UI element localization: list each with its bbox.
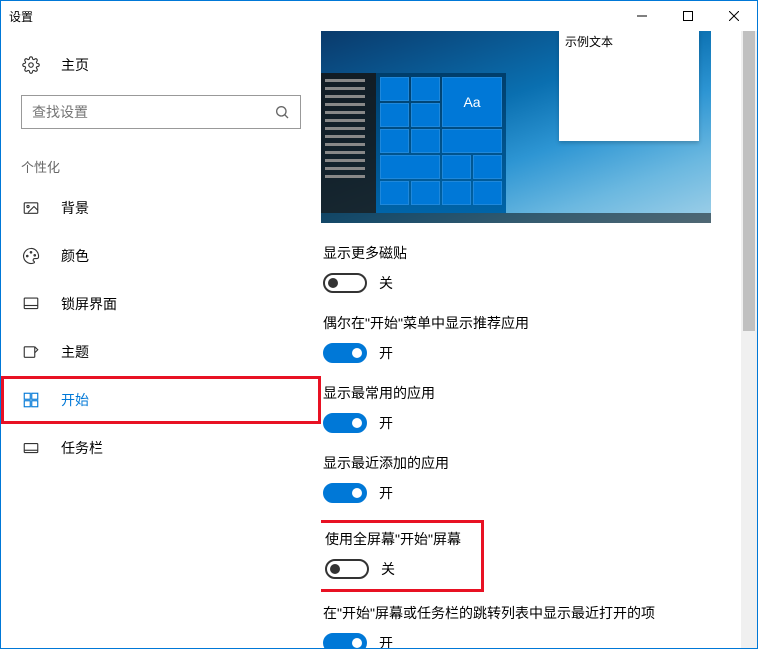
preview-startlist (321, 73, 376, 213)
setting-label: 使用全屏幕"开始"屏幕 (325, 529, 473, 549)
titlebar: 设置 (1, 1, 757, 31)
preview-tiles: Aa (376, 73, 506, 213)
sidebar-item-label: 背景 (61, 198, 89, 218)
home-link[interactable]: 主页 (1, 45, 321, 85)
search-icon (274, 104, 290, 120)
main-panel: 示例文本 Aa 显示更多磁贴 关 (321, 31, 757, 648)
preview-taskbar (321, 213, 711, 223)
sidebar-item-lockscreen[interactable]: 锁屏界面 (1, 280, 321, 328)
sidebar-item-background[interactable]: 背景 (1, 184, 321, 232)
setting-label: 显示更多磁贴 (323, 243, 739, 263)
window-controls (619, 1, 757, 31)
setting-label: 偶尔在"开始"菜单中显示推荐应用 (323, 313, 739, 333)
toggle-text: 开 (379, 483, 393, 503)
setting-more-tiles: 显示更多磁贴 关 (321, 243, 739, 293)
setting-fullscreen-start: 使用全屏幕"开始"屏幕 关 (321, 523, 481, 589)
minimize-button[interactable] (619, 1, 665, 31)
gear-icon (21, 56, 41, 74)
sidebar-item-start[interactable]: 开始 (1, 376, 321, 424)
setting-jumplist: 在"开始"屏幕或任务栏的跳转列表中显示最近打开的项 开 (321, 603, 739, 648)
maximize-button[interactable] (665, 1, 711, 31)
preview-tooltip: 示例文本 (559, 31, 699, 141)
start-preview: 示例文本 Aa (321, 31, 711, 223)
sidebar-item-label: 颜色 (61, 246, 89, 266)
window-title: 设置 (9, 8, 619, 25)
toggle-text: 开 (379, 633, 393, 648)
search-field[interactable] (32, 104, 274, 120)
setting-label: 显示最常用的应用 (323, 383, 739, 403)
start-icon (21, 391, 41, 409)
toggle-jumplist[interactable] (323, 633, 367, 648)
toggle-text: 开 (379, 413, 393, 433)
search-input[interactable] (21, 95, 301, 129)
lockscreen-icon (21, 295, 41, 313)
sidebar-item-taskbar[interactable]: 任务栏 (1, 424, 321, 472)
sidebar-item-themes[interactable]: 主题 (1, 328, 321, 376)
home-label: 主页 (61, 55, 89, 75)
toggle-text: 关 (379, 273, 393, 293)
palette-icon (21, 247, 41, 265)
setting-label: 在"开始"屏幕或任务栏的跳转列表中显示最近打开的项 (323, 603, 739, 623)
sidebar-item-label: 开始 (61, 390, 89, 410)
toggle-suggestions[interactable] (323, 343, 367, 363)
toggle-fullscreen-start[interactable] (325, 559, 369, 579)
toggle-text: 开 (379, 343, 393, 363)
sidebar: 主页 个性化 背景 颜色 锁屏界面 主题 开始 (1, 31, 321, 648)
toggle-most-used[interactable] (323, 413, 367, 433)
setting-suggestions: 偶尔在"开始"菜单中显示推荐应用 开 (321, 313, 739, 363)
section-title: 个性化 (1, 139, 321, 184)
theme-icon (21, 343, 41, 361)
sidebar-item-label: 主题 (61, 342, 89, 362)
sidebar-item-label: 任务栏 (61, 438, 103, 458)
toggle-recently-added[interactable] (323, 483, 367, 503)
setting-label: 显示最近添加的应用 (323, 453, 739, 473)
scrollbar-thumb[interactable] (743, 31, 755, 331)
taskbar-icon (21, 439, 41, 457)
toggle-text: 关 (381, 559, 395, 579)
setting-recently-added: 显示最近添加的应用 开 (321, 453, 739, 503)
preview-tile-aa: Aa (442, 77, 502, 127)
sidebar-item-label: 锁屏界面 (61, 294, 117, 314)
toggle-more-tiles[interactable] (323, 273, 367, 293)
sidebar-item-colors[interactable]: 颜色 (1, 232, 321, 280)
scrollbar[interactable] (741, 31, 757, 648)
close-button[interactable] (711, 1, 757, 31)
picture-icon (21, 199, 41, 217)
setting-most-used: 显示最常用的应用 开 (321, 383, 739, 433)
